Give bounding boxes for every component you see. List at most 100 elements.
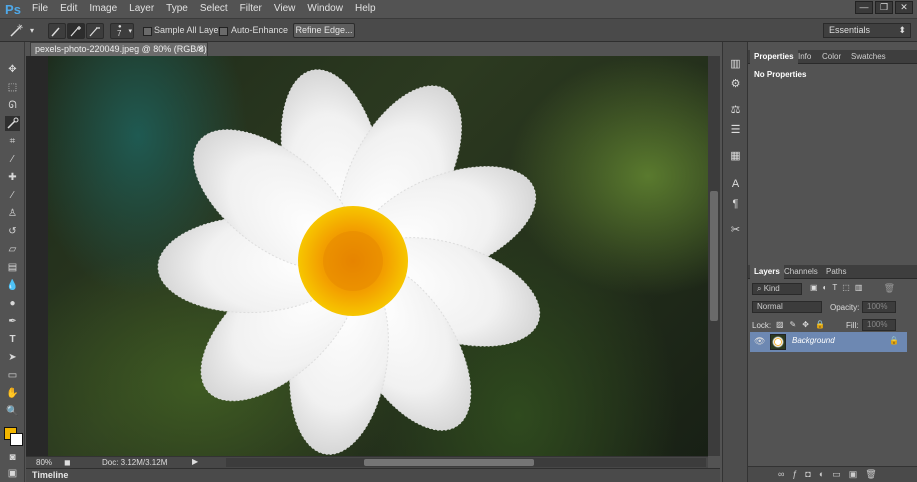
layer-filter-row: ⌕ Kind ▣◐T⬚▥	[750, 282, 915, 298]
menu-image[interactable]: Image	[83, 0, 123, 18]
window-controls: — ❐ ✕	[855, 1, 913, 14]
photoshop-logo: Ps	[5, 1, 21, 17]
refine-edge-button[interactable]: Refine Edge...	[293, 23, 355, 38]
auto-enhance-label: Auto-Enhance	[231, 25, 289, 35]
menu-view[interactable]: View	[268, 0, 302, 18]
paragraph-icon[interactable]: ¶	[727, 196, 744, 212]
minimize-button[interactable]: —	[855, 1, 873, 14]
crop-tool-icon[interactable]: ⌗	[5, 134, 20, 149]
layer-filter-kind-select[interactable]: ⌕ Kind	[752, 283, 802, 295]
flower-photo[interactable]	[48, 56, 708, 456]
horizontal-scroll-thumb[interactable]	[364, 459, 534, 466]
quick-mask-icon[interactable]: ◙	[5, 450, 20, 465]
eye-icon[interactable]: 👁	[754, 336, 765, 347]
dodge-tool-icon[interactable]: ●	[5, 296, 20, 311]
menu-select[interactable]: Select	[194, 0, 234, 18]
clone-source-icon[interactable]: ▦	[727, 148, 744, 164]
opacity-input[interactable]: 100%	[862, 301, 896, 313]
hand-tool-icon[interactable]: ✋	[5, 386, 20, 401]
tool-presets-icon[interactable]: ✂	[727, 222, 744, 238]
sample-all-layers-checkbox[interactable]	[143, 27, 152, 36]
screen-mode-icon[interactable]: ▣	[5, 466, 20, 481]
document-canvas[interactable]	[26, 56, 708, 456]
history-brush-tool-icon[interactable]: ↺	[5, 224, 20, 239]
brush-size-picker[interactable]: ● 7 ▾	[110, 23, 134, 39]
chevron-down-icon[interactable]: ▾	[24, 23, 40, 39]
menu-file[interactable]: File	[26, 0, 54, 18]
tab-info[interactable]: Info	[794, 50, 815, 64]
brush-tool-icon[interactable]: ∕	[5, 188, 20, 203]
vertical-scrollbar[interactable]	[708, 56, 720, 456]
options-bar: ▾ ● 7 ▾ Sample All Layers Auto-Enhance R…	[0, 18, 917, 42]
brush-presets-icon[interactable]: ☰	[727, 122, 744, 138]
clone-stamp-tool-icon[interactable]: ♙	[5, 206, 20, 221]
menu-edit[interactable]: Edit	[54, 0, 83, 18]
fill-input[interactable]: 100%	[862, 319, 896, 331]
right-panels: Properties Info Color Swatches No Proper…	[748, 42, 917, 482]
character-icon[interactable]: A	[727, 176, 744, 192]
close-icon[interactable]: ×	[198, 43, 203, 56]
tab-properties[interactable]: Properties	[750, 50, 798, 64]
tab-color[interactable]: Color	[818, 50, 845, 64]
marquee-tool-icon[interactable]: ⬚	[5, 80, 20, 95]
auto-enhance-checkbox[interactable]	[219, 27, 228, 36]
move-tool-icon[interactable]: ✥	[5, 62, 20, 77]
tab-swatches[interactable]: Swatches	[847, 50, 890, 64]
vertical-scroll-thumb[interactable]	[710, 191, 718, 321]
opacity-label: Opacity:	[830, 303, 860, 312]
quick-selection-tool-icon[interactable]	[5, 116, 20, 131]
menu-layer[interactable]: Layer	[123, 0, 160, 18]
status-menu-arrow-icon[interactable]: ▶	[192, 457, 198, 466]
gradient-tool-icon[interactable]: ▤	[5, 260, 20, 275]
timeline-panel-tab[interactable]: Timeline	[26, 468, 720, 482]
blend-mode-select[interactable]: Normal	[752, 301, 822, 313]
document-tab[interactable]: pexels-photo-220049.jpeg @ 80% (RGB/8) ×	[30, 42, 208, 56]
type-tool-icon[interactable]: T	[5, 332, 20, 347]
close-button[interactable]: ✕	[895, 1, 913, 14]
rectangle-tool-icon[interactable]: ▭	[5, 368, 20, 383]
fill-label: Fill:	[846, 321, 859, 330]
menu-type[interactable]: Type	[160, 0, 194, 18]
new-selection-button[interactable]	[48, 23, 66, 39]
layer-name[interactable]: Background	[792, 336, 835, 345]
status-info-icon[interactable]: ◼	[64, 458, 71, 467]
tab-paths[interactable]: Paths	[822, 265, 850, 279]
add-to-selection-button[interactable]	[67, 23, 85, 39]
blur-tool-icon[interactable]: 💧	[5, 278, 20, 293]
properties-panel-tabs: Properties Info Color Swatches	[748, 50, 917, 64]
daisy-flower-image	[157, 69, 541, 455]
eyedropper-tool-icon[interactable]: ⁄	[5, 152, 20, 167]
tab-layers[interactable]: Layers	[750, 265, 784, 279]
layer-row[interactable]: 👁 Background 🔒	[750, 332, 907, 352]
quick-selection-tool-preset-icon[interactable]	[8, 23, 24, 39]
menu-window[interactable]: Window	[301, 0, 349, 18]
layer-filter-icons[interactable]: ▣◐T⬚▥	[810, 283, 867, 292]
doc-size: Doc: 3.12M/3.12M	[102, 458, 168, 467]
pen-tool-icon[interactable]: ✒	[5, 314, 20, 329]
menu-help[interactable]: Help	[349, 0, 382, 18]
adjustments-icon[interactable]: ⚖	[727, 102, 744, 118]
panel-dock: ▥ ⚙ ⚖ ☰ ▦ A ¶ ✂	[722, 42, 748, 482]
tab-channels[interactable]: Channels	[780, 265, 822, 279]
actions-icon[interactable]: ⚙	[727, 76, 744, 92]
restore-button[interactable]: ❐	[875, 1, 893, 14]
blend-opacity-row: Normal Opacity: 100%	[750, 300, 915, 316]
zoom-level[interactable]: 80%	[36, 458, 52, 467]
eraser-tool-icon[interactable]: ▱	[5, 242, 20, 257]
lasso-tool-icon[interactable]: ᘏ	[5, 98, 20, 113]
healing-brush-tool-icon[interactable]: ✚	[5, 170, 20, 185]
properties-panel-body: No Properties 🗑	[748, 68, 917, 294]
layer-actions-icons[interactable]: ∞ƒ◘◐▭▣🗑	[778, 469, 885, 480]
lock-icons[interactable]: ▨✎✥🔒	[776, 320, 831, 329]
zoom-tool-icon[interactable]: 🔍	[5, 404, 20, 419]
layers-panel-footer: ∞ƒ◘◐▭▣🗑	[748, 466, 917, 482]
menu-filter[interactable]: Filter	[234, 0, 268, 18]
subtract-from-selection-button[interactable]	[86, 23, 104, 39]
menu-bar: Ps File Edit Image Layer Type Select Fil…	[0, 0, 917, 18]
workspace-select[interactable]: Essentials ⬍	[823, 23, 911, 38]
history-icon[interactable]: ▥	[727, 56, 744, 72]
horizontal-scrollbar[interactable]	[226, 458, 706, 467]
tools-panel: ✥ ⬚ ᘏ ⌗ ⁄ ✚ ∕ ♙ ↺ ▱ ▤ 💧 ● ✒ T ➤ ▭ ✋ 🔍 ◙ …	[0, 42, 25, 482]
path-selection-tool-icon[interactable]: ➤	[5, 350, 20, 365]
background-color-swatch[interactable]	[10, 433, 23, 446]
